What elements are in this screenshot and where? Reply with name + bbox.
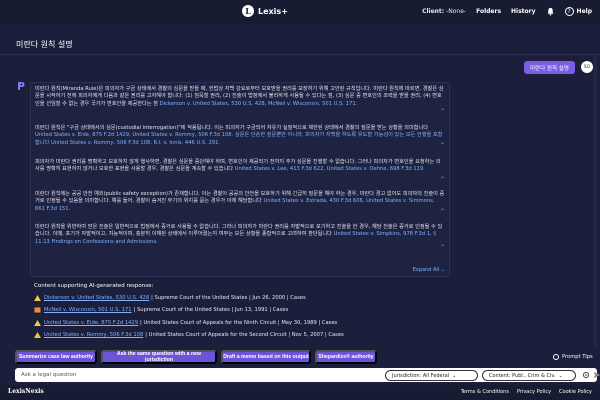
answer-paragraph: 피의자가 미란다 권리를 명확하고 모호하지 않게 행사하면, 경찰은 심문을 … — [35, 159, 445, 174]
citation-link[interactable]: United States v. Lee, 413 F.3d 622, Unit… — [235, 166, 425, 172]
lexisnexis-logo[interactable]: LexisNexis — [8, 388, 44, 395]
source-row: McNeil v. Wisconsin, 501 U.S. 171 | Supr… — [34, 307, 288, 313]
answer-paragraph: 미란다 원칙을 위반하여 얻은 진술은 일반적으로 법정에서 증거로 사용될 수… — [35, 224, 445, 246]
citation-link[interactable]: United States v. Eide, 875 F.2d 1429, Un… — [35, 132, 442, 145]
expand-all-label: Expand All — [412, 267, 440, 273]
caution-icon — [34, 307, 41, 313]
content-value: Content: Publ., Crim & Civ. — [489, 372, 556, 379]
source-link[interactable]: United States v. Rommy, 506 F.3d 108 — [44, 332, 143, 338]
source-meta: | United States Court of Appeals for the… — [145, 332, 344, 338]
ask-bar: Jurisdiction: All Federal⌄ Content: Publ… — [15, 368, 600, 382]
cookie-link[interactable]: Cookie Policy — [559, 389, 592, 395]
assistant-icon — [18, 82, 25, 90]
expand-all-link[interactable]: Expand All ⌄ — [413, 267, 445, 273]
folders-link[interactable]: Folders — [476, 8, 501, 15]
terms-link[interactable]: Terms & Conditions — [461, 389, 509, 395]
top-nav-links: Client: -None- Folders History ? Help — [422, 7, 592, 16]
footer-links: Terms & Conditions Privacy Policy Cookie… — [461, 389, 592, 395]
prompt-tips-label: Prompt Tips — [562, 354, 593, 360]
logo-mark-icon: L — [242, 5, 254, 17]
privacy-link[interactable]: Privacy Policy — [517, 389, 551, 395]
legal-question-input[interactable] — [21, 370, 321, 380]
source-link[interactable]: Dickerson v. United States, 530 U.S. 428 — [44, 295, 149, 301]
chevron-down-icon[interactable]: ⌄ — [440, 139, 446, 146]
help-label: Help — [576, 8, 592, 15]
source-link[interactable]: United States v. Eide, 875 F.2d 1429 — [44, 320, 138, 326]
bell-icon[interactable] — [546, 7, 555, 16]
question-icon: ? — [564, 7, 574, 16]
ai-answer-panel: 미란다 원칙(Miranda Rule)은 피의자가 구금 상태에서 경찰의 심… — [30, 82, 450, 277]
paragraph-text: 미란다 원칙은 "구금 상태에서의 심문(custodial interroga… — [35, 125, 429, 131]
client-selector[interactable]: Client: -None- — [422, 8, 466, 15]
send-icon[interactable] — [593, 371, 600, 379]
answer-paragraph: 미란다 원칙에는 공공 안전 예외(public safety exceptio… — [35, 191, 445, 213]
draft-memo-button[interactable]: Draft a memo based on this output — [221, 350, 311, 364]
shepardize-button[interactable]: Shepardize® authority — [315, 350, 377, 364]
chevron-down-icon[interactable]: ⌄ — [440, 205, 446, 212]
jurisdiction-selector[interactable]: Jurisdiction: All Federal ⌄ — [385, 370, 478, 381]
source-row: Dickerson v. United States, 530 U.S. 428… — [34, 295, 306, 301]
title-divider — [0, 54, 600, 55]
source-link[interactable]: McNeil v. Wisconsin, 501 U.S. 171 — [44, 307, 132, 313]
help-link[interactable]: ? Help — [564, 7, 592, 16]
chevron-down-icon[interactable]: ⌄ — [440, 241, 446, 248]
gear-icon[interactable] — [582, 371, 590, 379]
chevron-down-icon: ⌄ — [452, 372, 457, 379]
content-selector[interactable]: Content: Publ., Crim & Civ. ⌄ — [482, 370, 576, 381]
source-meta: | Supreme Court of the United States | J… — [133, 307, 289, 313]
prompt-tips-link[interactable]: Prompt Tips — [553, 354, 593, 360]
chevron-down-icon[interactable]: ⌄ — [440, 173, 446, 180]
footer: LexisNexis Terms & Conditions Privacy Po… — [0, 385, 600, 400]
lexis-logo[interactable]: L Lexis+ — [242, 5, 288, 17]
warning-icon — [34, 295, 41, 301]
page-title: 미란다 원칙 설명 — [16, 40, 73, 49]
answer-paragraph: 미란다 원칙(Miranda Rule)은 피의자가 구금 상태에서 경찰의 심… — [35, 86, 445, 108]
answer-paragraph: 미란다 원칙은 "구금 상태에서의 심문(custodial interroga… — [35, 125, 445, 147]
history-link[interactable]: History — [511, 8, 536, 15]
user-query-chip: 미란다 원칙 설명 — [524, 61, 575, 74]
source-row: United States v. Eide, 875 F.2d 1429 | U… — [34, 320, 337, 326]
source-row: United States v. Rommy, 506 F.3d 108 | U… — [34, 332, 344, 338]
client-value: -None- — [446, 8, 467, 15]
chevron-down-icon: ⌄ — [558, 372, 563, 379]
scrollbar[interactable] — [594, 56, 597, 346]
ask-new-jurisdiction-button[interactable]: Ask the same question with a new jurisdi… — [101, 350, 217, 364]
top-navigation-bar: L Lexis+ Client: -None- Folders History … — [0, 0, 600, 24]
summarize-authority-button[interactable]: Summarize case law authority — [15, 350, 97, 364]
avatar[interactable]: SO — [581, 61, 593, 73]
sources-heading: Content supporting AI-generated response… — [34, 283, 154, 289]
warning-icon — [34, 320, 41, 326]
chevron-down-icon[interactable]: ⌄ — [440, 105, 446, 112]
source-meta: | United States Court of Appeals for the… — [140, 320, 338, 326]
lightbulb-icon — [553, 354, 559, 360]
jurisdiction-value: Jurisdiction: All Federal — [392, 372, 450, 379]
citation-link[interactable]: Dickerson v. United States, 530 U.S. 428… — [160, 101, 358, 107]
client-label: Client: — [422, 8, 445, 15]
logo-text: Lexis+ — [258, 6, 288, 16]
warning-icon — [34, 332, 41, 338]
source-meta: | Supreme Court of the United States | J… — [151, 295, 306, 301]
